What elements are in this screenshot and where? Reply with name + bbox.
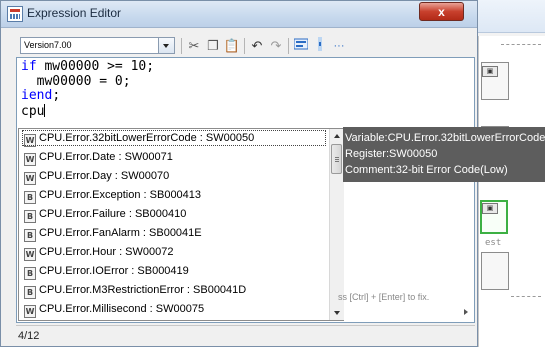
text-caret — [44, 103, 46, 117]
word-type-icon: W — [24, 172, 36, 185]
code-line: if mw00000 >= 10; — [21, 59, 154, 74]
completion-item-label: CPU.Error.Millisecond : SW00075 — [39, 303, 205, 315]
more-icon: ··· — [333, 40, 345, 52]
cut-button[interactable]: ✂ — [185, 37, 203, 55]
tooltip-register: Register:SW00050 — [345, 148, 438, 160]
code-line: mw00000 = 0; — [21, 74, 131, 89]
completion-item-label: CPU.Error.Date : SW00071 — [39, 151, 173, 163]
completion-item[interactable]: B CPU.Error.Exception : SB000413 — [22, 186, 327, 205]
toolbar-separator — [244, 38, 245, 54]
app-icon — [7, 6, 23, 22]
toolbar-separator — [181, 38, 182, 54]
toolbar-separator — [288, 38, 289, 54]
scrollbar-thumb[interactable] — [331, 144, 342, 174]
background-label: est — [485, 238, 502, 248]
code-text[interactable]: if mw00000 >= 10; mw00000 = 0; iend; cpu — [21, 59, 154, 119]
comment-icon — [293, 38, 309, 53]
completion-item-label: CPU.Error.IOError : SB000419 — [39, 265, 189, 277]
completion-item-label: CPU.Error.Failure : SB000410 — [39, 208, 187, 220]
background-hint-text: ss [Ctrl] + [Enter] to fix. — [338, 292, 430, 302]
completion-item[interactable]: B CPU.Error.FanAlarm : SB00041E — [22, 224, 327, 243]
code-line: iend; — [21, 88, 60, 103]
more-button[interactable]: ··· — [330, 37, 348, 55]
copy-icon: ❐ — [207, 38, 219, 53]
code-text-segment: ; — [52, 88, 61, 103]
paste-icon: 📋 — [223, 38, 241, 53]
title-bar[interactable]: Expression Editor x — [1, 1, 477, 28]
completion-item[interactable]: W CPU.Error.Hour : SW00072 — [22, 243, 327, 262]
close-button[interactable]: x — [419, 2, 464, 21]
completion-item-label: CPU.Error.M3RestrictionError : SB00041D — [39, 284, 247, 296]
completion-item[interactable]: W CPU.Error.Date : SW00071 — [22, 148, 327, 167]
code-text-segment: mw00000 = 0; — [21, 73, 131, 89]
background-rung-line — [511, 296, 541, 297]
paste-button[interactable]: 📋 — [223, 37, 241, 55]
tooltip-comment: Comment:32-bit Error Code(Low) — [345, 164, 508, 176]
completion-list[interactable]: W CPU.Error.32bitLowerErrorCode : SW00050… — [18, 128, 344, 321]
background-chip: ▣ — [482, 66, 498, 77]
completion-item[interactable]: W CPU.Error.Millisecond : SW00075 — [22, 300, 327, 319]
undo-icon: ↶ — [251, 38, 263, 53]
background-ladder-panel: ▣ ▣ ▣ est — [478, 36, 545, 347]
word-type-icon: W — [24, 134, 36, 147]
indent-button[interactable] — [311, 37, 329, 55]
scroll-up-arrow-icon[interactable] — [330, 129, 344, 143]
copy-button[interactable]: ❐ — [204, 37, 222, 55]
comment-button[interactable] — [292, 37, 310, 55]
word-type-icon: W — [24, 153, 36, 166]
word-type-icon: W — [24, 248, 36, 261]
completion-item-label: CPU.Error.32bitLowerErrorCode : SW00050 — [39, 132, 255, 144]
chevron-down-icon[interactable] — [158, 38, 174, 53]
completion-item[interactable]: W CPU.Error.32bitLowerErrorCode : SW00050 — [22, 129, 327, 148]
completion-item[interactable]: W CPU.Error.Day : SW00070 — [22, 167, 327, 186]
bit-type-icon: B — [24, 210, 36, 223]
background-toolbar — [470, 0, 545, 33]
bit-type-icon: B — [24, 191, 36, 204]
item-position-counter: 4/12 — [18, 330, 40, 342]
completion-item[interactable]: B CPU.Error.Failure : SB000410 — [22, 205, 327, 224]
bit-type-icon: B — [24, 286, 36, 299]
word-type-icon: W — [24, 305, 36, 318]
bit-type-icon: B — [24, 267, 36, 280]
status-bar: 4/12 — [16, 325, 475, 346]
code-text-segment: cpu — [21, 103, 45, 119]
completion-item[interactable]: B CPU.Error.IOError : SB000419 — [22, 262, 327, 281]
toolbar: Version7.00 ✂ ❐ 📋 ↶ ↷ ··· — [4, 35, 474, 57]
undo-button[interactable]: ↶ — [248, 37, 266, 55]
keyword: iend — [21, 88, 53, 103]
background-chip: ▣ — [482, 203, 498, 214]
indent-icon — [316, 37, 324, 54]
window-title: Expression Editor — [27, 6, 122, 20]
redo-icon: ↷ — [270, 38, 282, 53]
redo-button[interactable]: ↷ — [267, 37, 285, 55]
completion-item-label: CPU.Error.Exception : SB000413 — [39, 189, 202, 201]
version-dropdown[interactable]: Version7.00 — [20, 37, 175, 54]
code-text-segment: mw00000 >= 10; — [36, 59, 155, 74]
background-rung-line — [501, 44, 541, 45]
bit-type-icon: B — [24, 229, 36, 242]
code-line: cpu — [21, 103, 46, 119]
completion-item-label: CPU.Error.FanAlarm : SB00041E — [39, 227, 202, 239]
completion-tooltip: Variable:CPU.Error.32bitLowerErrorCode R… — [343, 127, 545, 182]
tooltip-variable: Variable:CPU.Error.32bitLowerErrorCode — [345, 132, 545, 144]
completion-item-label: CPU.Error.Day : SW00070 — [39, 170, 170, 182]
cut-icon: ✂ — [188, 38, 200, 53]
completion-item[interactable]: B CPU.Error.M3RestrictionError : SB00041D — [22, 281, 327, 300]
keyword: if — [21, 59, 37, 74]
completion-item-label: CPU.Error.Hour : SW00072 — [39, 246, 174, 258]
background-block — [481, 252, 509, 290]
horizontal-scroll-arrow-icon[interactable] — [338, 306, 472, 319]
version-value: Version7.00 — [24, 40, 72, 50]
